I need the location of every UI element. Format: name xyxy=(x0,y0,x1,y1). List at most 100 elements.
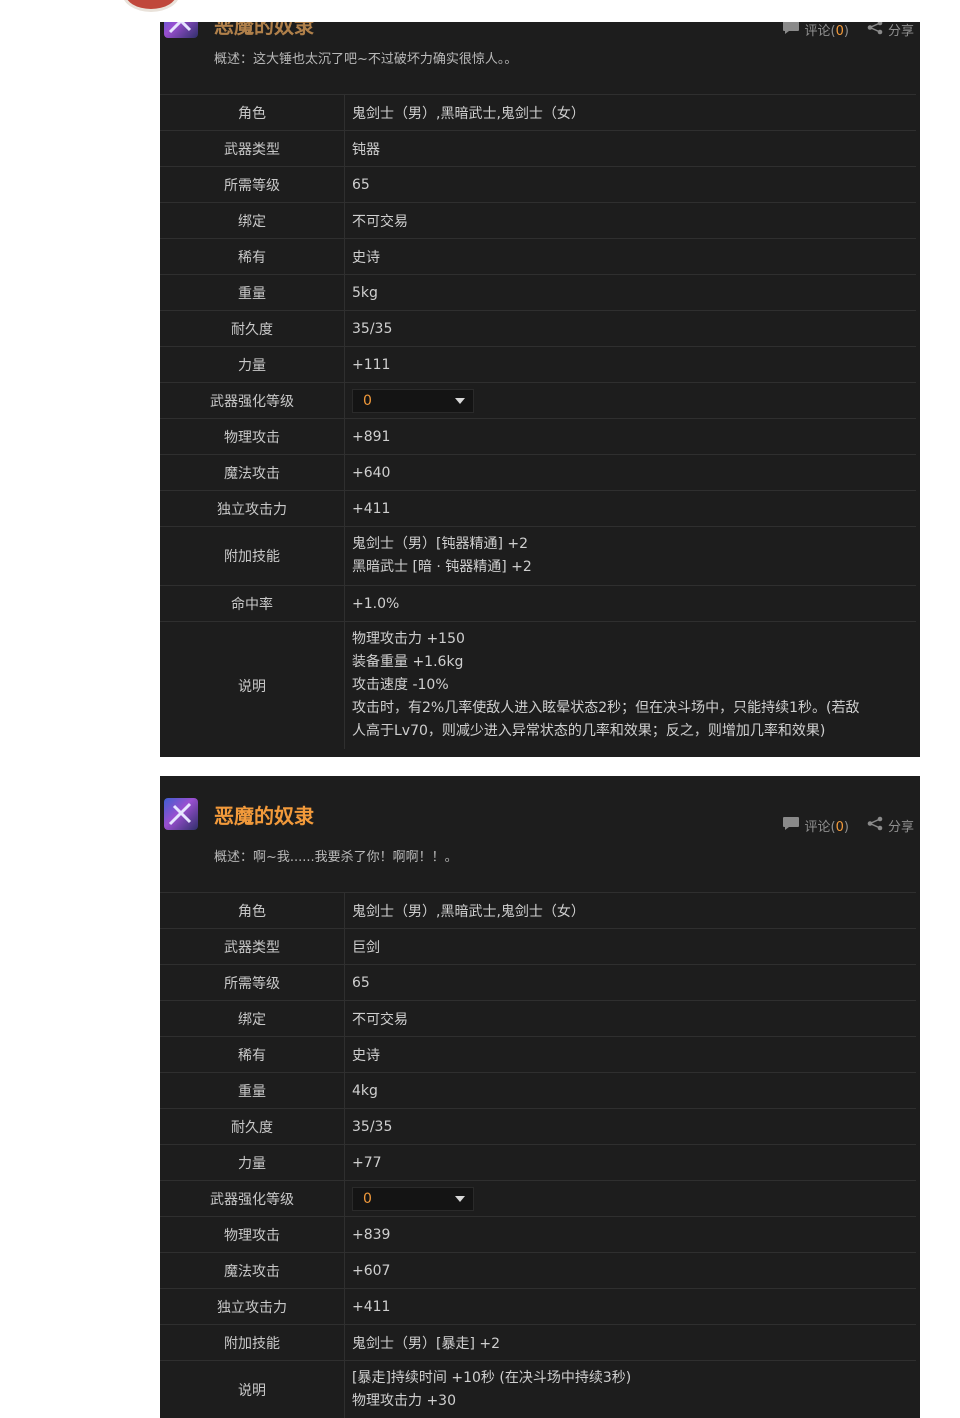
chevron-down-icon xyxy=(455,1195,465,1202)
attr-key: 说明 xyxy=(160,621,345,749)
item-title[interactable]: 恶魔的奴隶 xyxy=(214,22,314,39)
attr-key: 魔法攻击 xyxy=(160,454,345,491)
comment-button[interactable]: 评论(0) xyxy=(782,816,849,835)
share-button[interactable]: 分享 xyxy=(867,816,914,835)
attr-value-link[interactable]: 钝器 xyxy=(344,130,916,167)
enhance-level-select[interactable]: 0 xyxy=(352,1186,474,1211)
attr-key: 耐久度 xyxy=(160,310,345,347)
attr-key: 武器类型 xyxy=(160,130,345,167)
attribute-table: 角色 鬼剑士（男）,黑暗武士,鬼剑士（女） 武器类型 钝器 所需等级 65 绑定… xyxy=(160,94,916,749)
table-row: 物理攻击 +839 xyxy=(160,1216,916,1253)
attr-value: [暴走]持续时间 +10秒 (在决斗场中持续3秒) 物理攻击力 +30 xyxy=(344,1360,916,1418)
attr-value-link[interactable]: 巨剑 xyxy=(344,928,916,965)
share-icon xyxy=(867,22,883,39)
comment-button[interactable]: 评论(0) xyxy=(782,22,849,39)
enhance-level-select[interactable]: 0 xyxy=(352,388,474,413)
skill-line: 黑暗武士 [暗 · 钝器精通] +2 xyxy=(352,559,532,575)
attr-value: 物理攻击力 +150 装备重量 +1.6kg 攻击速度 -10% 攻击时，有2%… xyxy=(344,621,916,749)
attr-key: 物理攻击 xyxy=(160,1216,345,1253)
attr-key: 物理攻击 xyxy=(160,418,345,455)
attr-value: +891 xyxy=(344,418,916,455)
table-row: 角色 鬼剑士（男）,黑暗武士,鬼剑士（女） xyxy=(160,892,916,929)
attr-value-link[interactable]: 鬼剑士（男）,黑暗武士,鬼剑士（女） xyxy=(344,892,916,929)
attr-key: 角色 xyxy=(160,892,345,929)
table-row: 附加技能 鬼剑士（男）[暴走] +2 xyxy=(160,1324,916,1361)
table-row: 耐久度 35/35 xyxy=(160,1108,916,1145)
attr-value: +77 xyxy=(344,1144,916,1181)
attr-key: 魔法攻击 xyxy=(160,1252,345,1289)
table-row: 说明 [暴走]持续时间 +10秒 (在决斗场中持续3秒) 物理攻击力 +30 xyxy=(160,1360,916,1418)
attr-key: 绑定 xyxy=(160,1000,345,1037)
attr-value: 鬼剑士（男）[暴走] +2 xyxy=(344,1324,916,1361)
item-title[interactable]: 恶魔的奴隶 xyxy=(214,800,314,829)
attr-key: 命中率 xyxy=(160,585,345,622)
attr-key: 独立攻击力 xyxy=(160,1288,345,1325)
table-row: 武器类型 钝器 xyxy=(160,130,916,167)
desc-line: 人高于Lv70，则减少进入异常状态的几率和效果；反之，则增加几率和效果) xyxy=(352,723,826,739)
attr-key: 附加技能 xyxy=(160,1324,345,1361)
attr-key: 说明 xyxy=(160,1360,345,1418)
table-row: 所需等级 65 xyxy=(160,964,916,1001)
attr-value: 不可交易 xyxy=(344,1000,916,1037)
attr-value: +411 xyxy=(344,490,916,527)
avatar[interactable] xyxy=(122,0,180,12)
attr-value: 不可交易 xyxy=(344,202,916,239)
desc-line: 物理攻击力 +150 xyxy=(352,631,465,647)
comment-label: 评论( xyxy=(804,820,836,835)
desc-line: [暴走]持续时间 +10秒 (在决斗场中持续3秒) xyxy=(352,1370,632,1386)
comment-count: 0 xyxy=(835,24,844,39)
attr-key: 力量 xyxy=(160,346,345,383)
table-row: 命中率 +1.0% xyxy=(160,585,916,622)
enhance-level-value: 0 xyxy=(363,392,372,409)
item-card-2: 恶魔的奴隶 评论(0) 分享 概述：啊~我......我要杀了你！啊啊！！。 角… xyxy=(160,776,920,1418)
enhance-level-value: 0 xyxy=(363,1190,372,1207)
table-row: 重量 5kg xyxy=(160,274,916,311)
table-row: 力量 +77 xyxy=(160,1144,916,1181)
table-row: 绑定 不可交易 xyxy=(160,1000,916,1037)
item-summary: 概述：啊~我......我要杀了你！啊啊！！。 xyxy=(214,850,458,865)
desc-line: 攻击速度 -10% xyxy=(352,677,449,693)
comment-label: 评论( xyxy=(804,24,836,39)
attr-key: 力量 xyxy=(160,1144,345,1181)
speech-bubble-icon xyxy=(782,22,800,39)
attr-key: 所需等级 xyxy=(160,964,345,1001)
item-summary: 概述：这大锤也太沉了吧~不过破坏力确实很惊人。。 xyxy=(214,52,518,67)
attr-value: 史诗 xyxy=(344,238,916,275)
table-row: 附加技能 鬼剑士（男）[钝器精通] +2 黑暗武士 [暗 · 钝器精通] +2 xyxy=(160,526,916,586)
attr-key: 附加技能 xyxy=(160,526,345,586)
attr-value: 65 xyxy=(344,166,916,203)
attr-value: +111 xyxy=(344,346,916,383)
table-row: 魔法攻击 +607 xyxy=(160,1252,916,1289)
table-row: 稀有 史诗 xyxy=(160,238,916,275)
item-icon xyxy=(164,798,198,830)
attr-key: 稀有 xyxy=(160,238,345,275)
table-row: 物理攻击 +891 xyxy=(160,418,916,455)
attr-key: 角色 xyxy=(160,94,345,131)
attr-key: 稀有 xyxy=(160,1036,345,1073)
table-row: 说明 物理攻击力 +150 装备重量 +1.6kg 攻击速度 -10% 攻击时，… xyxy=(160,621,916,749)
table-row: 耐久度 35/35 xyxy=(160,310,916,347)
chevron-down-icon xyxy=(455,397,465,404)
desc-line: 攻击时，有2%几率使敌人进入眩晕状态2秒；但在决斗场中，只能持续1秒。(若敌 xyxy=(352,700,860,716)
share-label: 分享 xyxy=(887,24,914,39)
attr-value: +411 xyxy=(344,1288,916,1325)
attr-value: 4kg xyxy=(344,1072,916,1109)
comment-count: 0 xyxy=(835,820,844,835)
table-row: 重量 4kg xyxy=(160,1072,916,1109)
share-icon xyxy=(867,816,883,835)
item-header: 恶魔的奴隶 评论(0) 分享 概述：啊~我......我要杀了你！啊啊！！。 xyxy=(160,776,920,892)
attr-key: 武器类型 xyxy=(160,928,345,965)
attr-key: 独立攻击力 xyxy=(160,490,345,527)
attr-value-link[interactable]: 鬼剑士（男）,黑暗武士,鬼剑士（女） xyxy=(344,94,916,131)
attr-value: +1.0% xyxy=(344,585,916,622)
attr-key: 耐久度 xyxy=(160,1108,345,1145)
attr-key: 所需等级 xyxy=(160,166,345,203)
table-row: 武器类型 巨剑 xyxy=(160,928,916,965)
comment-close: ) xyxy=(843,24,849,39)
attr-key: 重量 xyxy=(160,1072,345,1109)
item-icon xyxy=(164,22,198,38)
share-button[interactable]: 分享 xyxy=(867,22,914,39)
attr-key: 重量 xyxy=(160,274,345,311)
speech-bubble-icon xyxy=(782,816,800,835)
table-row: 力量 +111 xyxy=(160,346,916,383)
